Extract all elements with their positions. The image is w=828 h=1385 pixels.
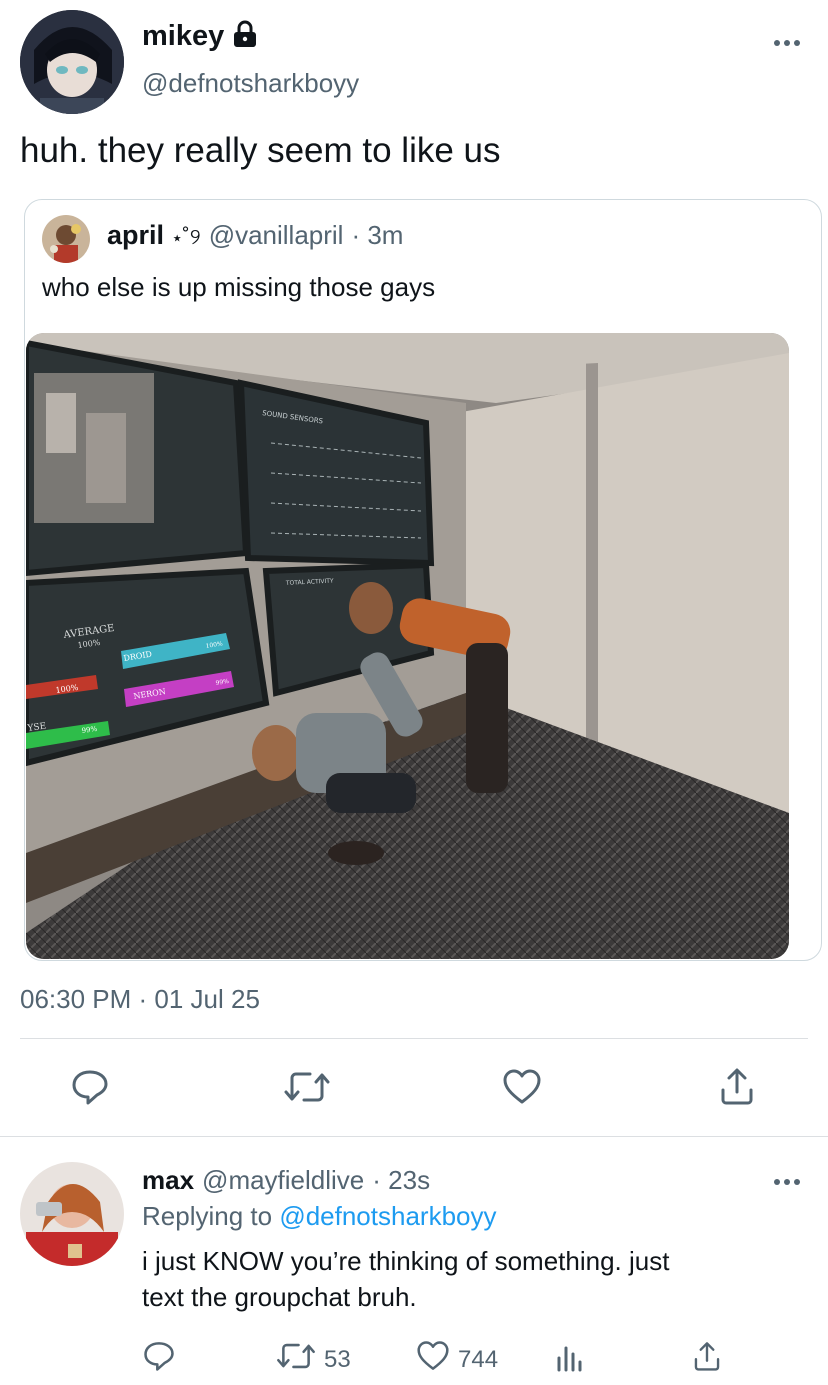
author-name[interactable]: mikey [142,20,224,53]
reply-text-line-2: text the groupchat bruh. [142,1282,417,1312]
quoted-media-image[interactable]: SOUND SENSORS AVERAGE 100% 100% 99% YSE … [26,333,789,959]
retweet-icon[interactable] [284,1068,330,1106]
like-count: 744 [458,1345,499,1373]
author-handle[interactable]: @defnotsharkboyy [142,68,359,99]
reply-more-icon[interactable] [772,1177,802,1187]
divider [20,1038,808,1039]
replying-to-label: Replying to [142,1201,273,1231]
retweet-count: 53 [324,1345,351,1373]
divider [0,1136,828,1137]
quoted-author-avatar[interactable] [42,215,90,263]
reply-icon[interactable] [70,1068,110,1106]
quoted-author-name[interactable]: april [107,220,164,251]
analytics-icon[interactable] [556,1342,584,1372]
reply-reply-icon[interactable] [142,1340,176,1372]
reply-author-handle[interactable]: @mayfieldlive [202,1165,364,1196]
more-icon[interactable] [772,38,802,48]
author-avatar[interactable] [20,10,124,114]
reply-text-line-1: i just KNOW you’re thinking of something… [142,1246,670,1276]
tweet-text: huh. they really seem to like us [20,131,501,170]
quoted-author-handle[interactable]: @vanillapril [209,220,344,251]
replying-to-handle[interactable]: @defnotsharkboyy [279,1201,496,1231]
quoted-time: · 3m [351,220,404,250]
reply-heart-icon[interactable] [416,1340,450,1379]
quoted-author-decoration: ⋆˚୨ [172,224,201,249]
lock-icon [232,20,258,53]
reply-time: · 23s [372,1165,431,1195]
tweet-timestamp[interactable]: 06:30 PM · 01 Jul 25 [20,984,260,1015]
heart-icon[interactable] [502,1068,542,1106]
reply-author-name[interactable]: max [142,1165,194,1196]
share-icon[interactable] [718,1066,756,1106]
quoted-tweet-text: who else is up missing those gays [42,272,436,302]
reply-share-icon[interactable] [692,1340,722,1372]
reply-retweet-icon[interactable] [276,1340,316,1379]
reply-author-avatar[interactable] [20,1162,124,1266]
